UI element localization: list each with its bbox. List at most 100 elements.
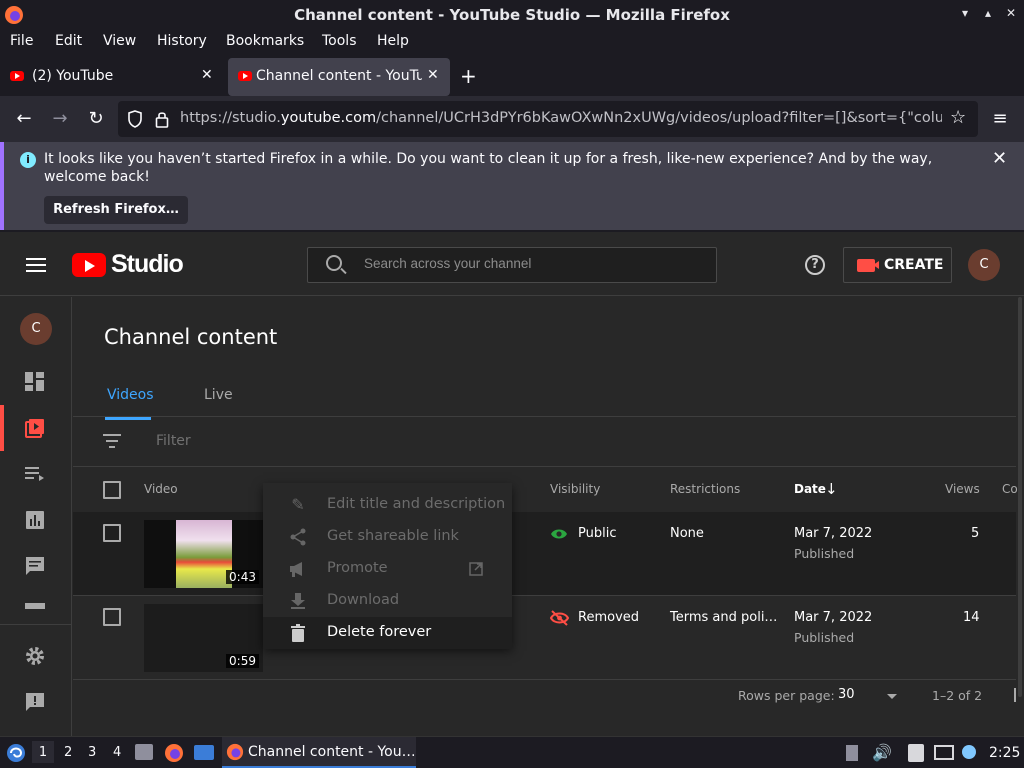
studio-logo-text[interactable]: Studio (111, 250, 184, 279)
menu-item-edit-title[interactable]: ✎ Edit title and description (263, 489, 512, 521)
tab-youtube[interactable]: (2) YouTube ✕ (0, 58, 224, 96)
close-window-icon[interactable]: ✕ (1006, 6, 1016, 20)
maximize-icon[interactable]: ▴ (985, 6, 991, 20)
video-thumbnail[interactable]: 0:43 (144, 520, 263, 588)
menu-history[interactable]: History (157, 33, 207, 49)
column-views[interactable]: Views (945, 482, 980, 496)
table-row[interactable]: 0:43 Public None Mar 7, 2022 Published 5 (73, 512, 1016, 596)
bookmark-star-icon[interactable]: ☆ (950, 107, 966, 128)
video-thumbnail[interactable]: 0:59 (144, 604, 263, 672)
hamburger-menu-icon[interactable] (26, 258, 46, 272)
firefox-launcher-icon[interactable] (164, 743, 184, 763)
sidebar-item-feedback[interactable] (0, 679, 72, 725)
sidebar-item-settings[interactable] (0, 633, 72, 679)
workspace-3[interactable]: 3 (88, 745, 96, 760)
menu-bookmarks[interactable]: Bookmarks (226, 33, 304, 49)
dashboard-icon (25, 372, 45, 392)
account-avatar[interactable]: C (968, 249, 1000, 281)
search-input[interactable] (364, 256, 704, 271)
gear-icon (26, 647, 44, 665)
table-header: Video Visibility Restrictions Date ↓ Vie… (73, 467, 1018, 513)
sort-down-arrow-icon[interactable]: ↓ (825, 480, 838, 498)
sidebar-item-dashboard[interactable] (0, 359, 72, 405)
create-button[interactable]: CREATE (843, 247, 952, 283)
menu-item-get-link[interactable]: Get shareable link (263, 521, 512, 553)
minimize-icon[interactable]: ▾ (962, 6, 968, 20)
youtube-logo-icon[interactable] (72, 253, 106, 277)
column-date[interactable]: Date (794, 482, 826, 496)
menu-help[interactable]: Help (377, 33, 409, 49)
close-tab-icon[interactable]: ✕ (201, 67, 213, 83)
url-text[interactable]: https://studio.youtube.com/channel/UCrH3… (180, 110, 942, 126)
shield-icon[interactable] (127, 110, 143, 128)
menu-item-label: Download (327, 592, 400, 608)
video-camera-icon (857, 259, 879, 272)
close-notification-icon[interactable]: ✕ (992, 148, 1007, 169)
search-box[interactable] (307, 247, 717, 283)
sidebar-item-content[interactable] (0, 405, 72, 451)
visibility-value[interactable]: Public (578, 526, 616, 541)
rows-per-page-select[interactable]: 30 (838, 687, 855, 702)
sidebar-item-analytics[interactable] (0, 497, 72, 543)
scrollbar[interactable] (1018, 297, 1022, 697)
column-comments[interactable]: Co (1002, 482, 1018, 496)
back-icon[interactable]: ← (13, 108, 35, 130)
row-checkbox[interactable] (103, 524, 121, 542)
firefox-icon (226, 743, 244, 761)
table-footer: Rows per page: 30 1–2 of 2 (73, 671, 1016, 721)
tab-live[interactable]: Live (204, 387, 233, 403)
sidebar-item-comments[interactable] (0, 543, 72, 589)
network-icon[interactable] (934, 745, 954, 760)
reload-icon[interactable]: ↻ (85, 108, 107, 130)
menu-item-delete-forever[interactable]: Delete forever (263, 617, 512, 649)
url-bar[interactable]: https://studio.youtube.com/channel/UCrH3… (118, 101, 978, 137)
refresh-firefox-button[interactable]: Refresh Firefox… (44, 196, 188, 224)
workspace-2[interactable]: 2 (64, 745, 72, 760)
menu-file[interactable]: File (10, 33, 33, 49)
pagination-range: 1–2 of 2 (932, 688, 983, 703)
sidebar-item-playlists[interactable] (0, 451, 72, 497)
table-row[interactable]: 0:59 Removed Terms and poli… Mar 7, 2022… (73, 596, 1016, 680)
start-menu-icon[interactable] (6, 743, 26, 763)
volume-icon[interactable]: 🔊 (872, 743, 892, 762)
studio-header: Studio ? CREATE C (0, 232, 1024, 296)
filter-icon[interactable] (103, 434, 121, 452)
column-visibility[interactable]: Visibility (550, 482, 600, 496)
row-checkbox[interactable] (103, 608, 121, 626)
help-icon[interactable]: ? (805, 255, 825, 275)
playlist-icon (25, 467, 44, 481)
menu-tools[interactable]: Tools (322, 33, 357, 49)
sidebar-divider (0, 624, 71, 625)
menu-edit[interactable]: Edit (55, 33, 82, 49)
select-all-checkbox[interactable] (103, 481, 121, 499)
notifications-icon[interactable] (962, 745, 976, 759)
tray-update-icon[interactable] (846, 745, 858, 761)
clipboard-icon[interactable] (908, 744, 924, 762)
file-manager-icon[interactable] (135, 744, 153, 760)
filter-input[interactable]: Filter (156, 433, 191, 449)
desktop-icon[interactable] (194, 745, 214, 760)
lock-icon[interactable] (155, 110, 169, 128)
restrictions-value[interactable]: Terms and poli… (670, 610, 777, 625)
share-icon (290, 528, 306, 546)
menu-item-download[interactable]: Download (263, 585, 512, 617)
taskbar-window-firefox[interactable]: Channel content - You… (222, 737, 416, 768)
menu-item-promote[interactable]: Promote (263, 553, 512, 585)
column-video: Video (144, 482, 178, 496)
column-restrictions[interactable]: Restrictions (670, 482, 740, 496)
menu-view[interactable]: View (103, 33, 136, 49)
first-page-icon[interactable] (1014, 688, 1016, 702)
sidebar-item-subtitles[interactable] (0, 589, 72, 609)
channel-avatar[interactable]: C (20, 313, 52, 345)
forward-icon[interactable]: → (49, 108, 71, 130)
tab-videos[interactable]: Videos (105, 387, 154, 420)
tab-channel-content[interactable]: Channel content - YouTub ✕ (228, 58, 450, 96)
workspace-1[interactable]: 1 (32, 741, 54, 763)
pencil-icon: ✎ (291, 495, 305, 514)
app-menu-icon[interactable]: ≡ (989, 108, 1011, 130)
eye-off-icon (550, 610, 569, 626)
workspace-4[interactable]: 4 (113, 745, 121, 760)
close-tab-icon[interactable]: ✕ (427, 67, 439, 83)
dropdown-arrow-icon[interactable] (887, 694, 897, 699)
visibility-value[interactable]: Removed (578, 610, 639, 625)
